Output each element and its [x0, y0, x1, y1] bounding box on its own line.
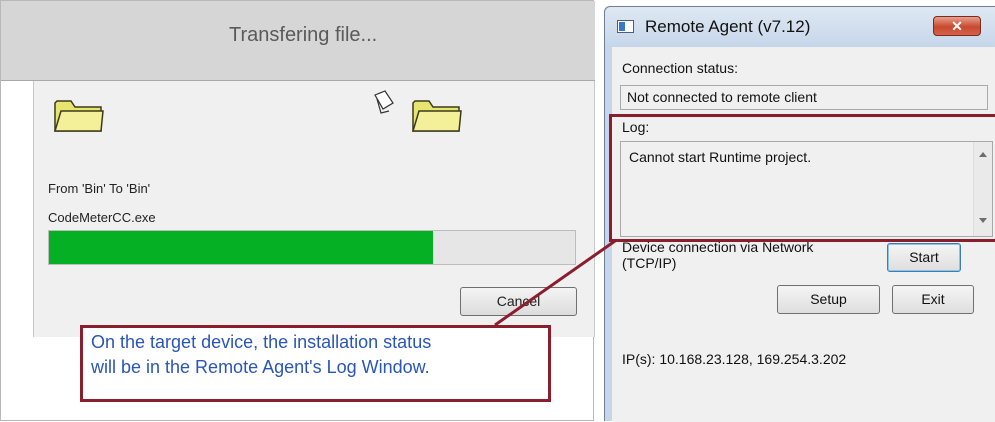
- exit-button[interactable]: Exit: [892, 285, 974, 314]
- transfer-title: Transfering file...: [229, 24, 378, 46]
- connection-status-field: Not connected to remote client: [620, 85, 988, 110]
- close-icon[interactable]: ✕: [933, 16, 981, 36]
- annotation-line2: will be in the Remote Agent's Log Window…: [91, 357, 430, 377]
- device-connection-line2: (TCP/IP): [622, 255, 677, 271]
- start-button[interactable]: Start: [887, 243, 961, 272]
- device-connection-label: Device connection via Network (TCP/IP): [622, 239, 813, 271]
- filename-label: CodeMeterCC.exe: [48, 210, 156, 225]
- from-to-label: From 'Bin' To 'Bin': [48, 181, 151, 196]
- annotation-callout: On the target device, the installation s…: [80, 325, 551, 402]
- document-icon: [374, 90, 394, 114]
- progress-fill: [49, 231, 433, 264]
- remote-agent-title: Remote Agent (v7.12): [645, 17, 811, 36]
- cancel-button[interactable]: Cancel: [460, 287, 577, 316]
- annotation-line1: On the target device, the installation s…: [91, 332, 432, 352]
- transfer-title-bar: Transfering file...: [1, 1, 595, 81]
- log-highlight-rectangle: [609, 114, 995, 242]
- source-folder-icon: [53, 100, 104, 132]
- ip-address-label: IP(s): 10.168.23.128, 169.254.3.202: [622, 351, 847, 367]
- destination-folder-icon: [411, 100, 462, 132]
- remote-agent-title-bar: Remote Agent (v7.12) ✕: [605, 7, 995, 47]
- setup-button[interactable]: Setup: [777, 285, 880, 314]
- progress-bar: [48, 230, 576, 265]
- connection-status-label: Connection status:: [622, 60, 738, 76]
- app-icon: [617, 20, 634, 33]
